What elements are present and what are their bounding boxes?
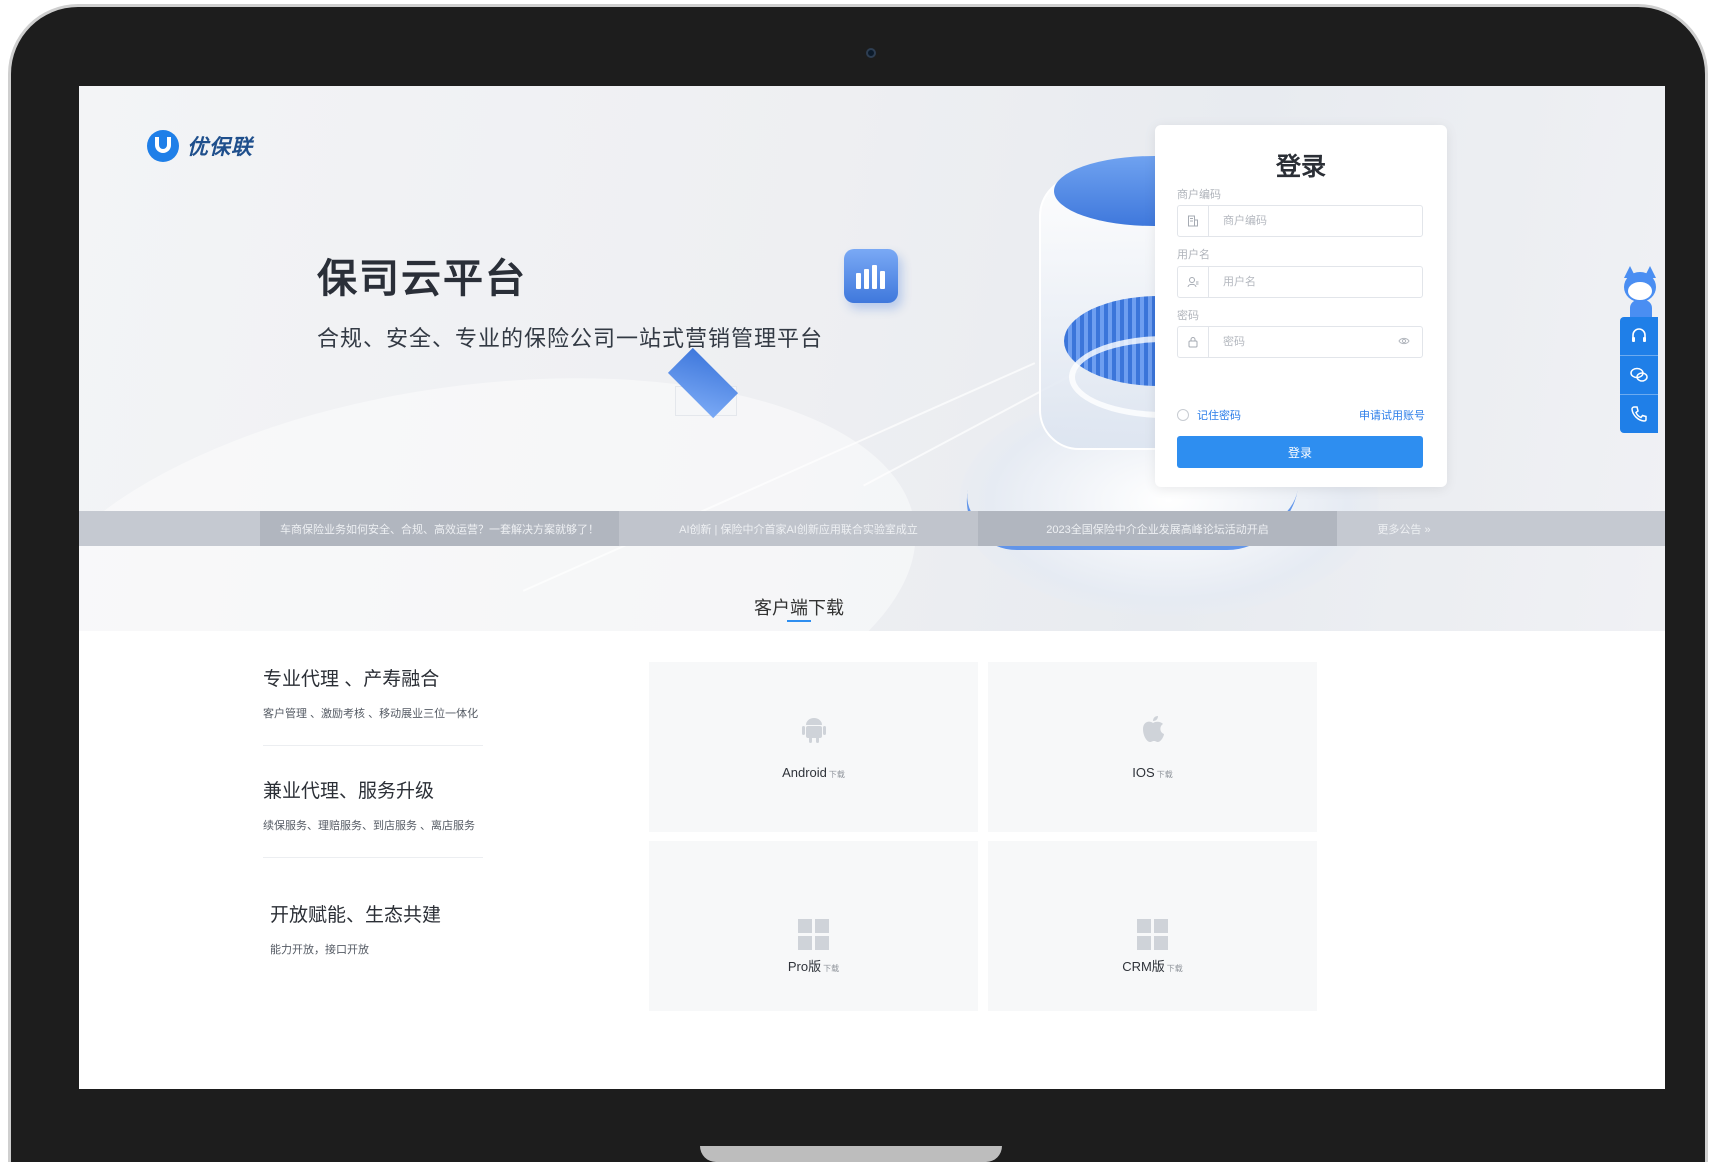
feature-desc: 能力开放，接口开放 <box>270 944 369 956</box>
feature-title: 专业代理 、产寿融合 <box>263 669 440 690</box>
crm-download-card[interactable]: CRM版 下载 <box>988 841 1317 1011</box>
news-ticker: 车商保险业务如何安全、合规、高效运营？一套解决方案就够了！ AI创新 | 保险中… <box>79 511 1665 546</box>
card-label: CRM版 下载 <box>1122 959 1183 974</box>
phone-icon[interactable] <box>1620 394 1658 433</box>
feature-desc: 客户管理 、激励考核 、移动展业三位一体化 <box>263 708 479 720</box>
remember-checkbox[interactable] <box>1177 409 1189 421</box>
news-item[interactable]: 2023全国保险中介企业发展高峰论坛活动开启 <box>978 511 1337 546</box>
remember-label: 记住密码 <box>1197 410 1241 422</box>
feature-item: 专业代理 、产寿融合 客户管理 、激励考核 、移动展业三位一体化 <box>263 664 483 721</box>
feature-item: 兼业代理、服务升级 续保服务、理赔服务、到店服务 、离店服务 <box>263 776 483 833</box>
windows-icon <box>649 903 978 950</box>
login-card: 登录 商户编码 用户名 密码 <box>1155 125 1447 487</box>
chart-card-icon <box>844 249 898 303</box>
windows-icon <box>988 903 1317 950</box>
user-icon <box>1178 267 1209 297</box>
divider <box>263 857 483 858</box>
pro-download-card[interactable]: Pro版 下载 <box>649 841 978 1011</box>
username-input[interactable] <box>1209 275 1405 289</box>
remember-password[interactable]: 记住密码 <box>1177 407 1241 423</box>
card-label: Pro版 下载 <box>787 959 840 974</box>
username-label: 用户名 <box>1177 249 1210 261</box>
password-input[interactable] <box>1209 335 1405 349</box>
eye-icon[interactable] <box>1398 335 1412 349</box>
logo-text: 优保联 <box>187 136 253 159</box>
hero-subtitle: 合规、安全、专业的保险公司一站式营销管理平台 <box>317 326 824 351</box>
hero-title: 保司云平台 <box>317 257 527 301</box>
card-label: Android 下载 <box>782 765 845 780</box>
password-label: 密码 <box>1177 310 1199 322</box>
download-section-title: 客户端下载 <box>754 598 844 618</box>
feature-item: 开放赋能、生态共建 能力开放，接口开放 <box>270 900 490 957</box>
webcam-icon <box>866 48 876 58</box>
password-field[interactable] <box>1177 326 1423 358</box>
feature-title: 兼业代理、服务升级 <box>263 781 435 802</box>
floating-service-bar <box>1620 317 1658 433</box>
logo-icon <box>147 130 179 162</box>
login-button[interactable]: 登录 <box>1177 436 1423 468</box>
apple-icon <box>988 712 1317 755</box>
divider <box>263 745 483 746</box>
card-label: IOS 下载 <box>1132 765 1173 780</box>
news-item[interactable]: 车商保险业务如何安全、合规、高效运营？一套解决方案就够了！ <box>260 511 619 546</box>
headset-icon[interactable] <box>1620 317 1658 355</box>
feature-title: 开放赋能、生态共建 <box>270 905 442 926</box>
ios-download-card[interactable]: IOS 下载 <box>988 662 1317 832</box>
merchant-code-field[interactable] <box>1177 205 1423 237</box>
hero-decor-floor <box>79 325 943 631</box>
title-underline <box>787 620 811 622</box>
android-download-card[interactable]: Android 下载 <box>649 662 978 832</box>
building-icon <box>1178 206 1209 236</box>
merchant-code-input[interactable] <box>1209 214 1405 228</box>
browser-viewport: 优保联 保司云平台 合规、安全、专业的保险公司一站式营销管理平台 登录 商户编码… <box>79 86 1665 1089</box>
login-title: 登录 <box>1275 153 1326 181</box>
laptop-frame: 优保联 保司云平台 合规、安全、专业的保险公司一站式营销管理平台 登录 商户编码… <box>8 4 1708 1162</box>
username-field[interactable] <box>1177 266 1423 298</box>
lock-icon <box>1178 327 1209 357</box>
brand-logo[interactable]: 优保联 <box>147 130 253 162</box>
merchant-code-label: 商户编码 <box>1177 189 1221 201</box>
hero-banner: 优保联 保司云平台 合规、安全、专业的保险公司一站式营销管理平台 登录 商户编码… <box>79 86 1665 631</box>
feature-desc: 续保服务、理赔服务、到店服务 、离店服务 <box>263 820 476 832</box>
apply-trial-link[interactable]: 申请试用账号 <box>1359 407 1425 423</box>
news-item[interactable]: AI创新 | 保险中介首家AI创新应用联合实验室成立 <box>619 511 978 546</box>
more-news-link[interactable]: 更多公告 » <box>1344 511 1464 546</box>
android-icon <box>649 712 978 755</box>
chat-icon[interactable] <box>1620 355 1658 394</box>
laptop-notch <box>700 1146 1002 1162</box>
